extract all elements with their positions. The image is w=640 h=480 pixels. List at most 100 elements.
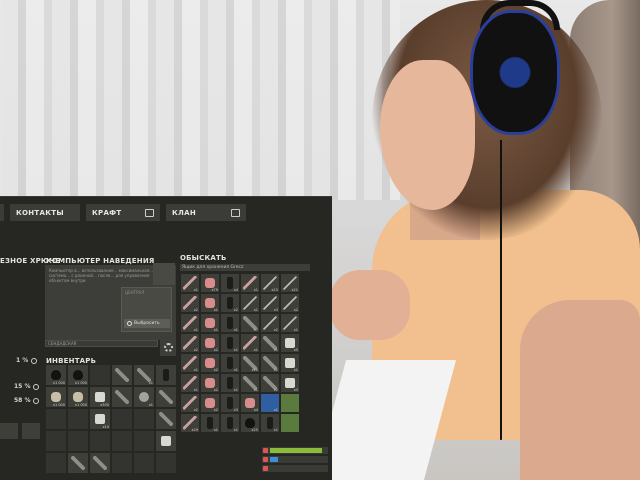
- search-slot[interactable]: x1: [221, 374, 239, 392]
- inventory-slot[interactable]: x10: [90, 409, 110, 429]
- search-slot[interactable]: x1: [221, 414, 239, 432]
- inventory-slot[interactable]: [156, 387, 176, 407]
- inventory-slot[interactable]: [68, 453, 88, 473]
- item-count: x3: [273, 308, 278, 312]
- search-slot[interactable]: x1: [181, 354, 199, 372]
- search-slot[interactable]: x1: [181, 314, 199, 332]
- inventory-slot[interactable]: [156, 431, 176, 451]
- search-slot[interactable]: x1: [181, 274, 199, 292]
- belt-slot[interactable]: [0, 423, 18, 439]
- search-slot[interactable]: x2: [281, 294, 299, 312]
- stat-water-value: 1 %: [16, 357, 29, 364]
- search-slot[interactable]: x2: [181, 294, 199, 312]
- search-subtitle: Ящик для хранения Grecz: [180, 264, 310, 271]
- search-slot[interactable]: x1: [221, 314, 239, 332]
- search-slot[interactable]: x2: [181, 394, 199, 412]
- inventory-slot[interactable]: [112, 453, 132, 473]
- computer-item-slot[interactable]: [153, 263, 175, 285]
- search-slot[interactable]: x3: [221, 394, 239, 412]
- inventory-slot[interactable]: x1 000: [46, 365, 66, 385]
- search-slot[interactable]: x7: [241, 314, 259, 332]
- search-slot[interactable]: x2: [201, 334, 219, 352]
- search-slot[interactable]: x1: [241, 334, 259, 352]
- search-slot[interactable]: x5: [281, 334, 299, 352]
- tab-craft[interactable]: КРАФТ: [86, 204, 160, 221]
- search-slot[interactable]: x79: [201, 274, 219, 292]
- inventory-slot[interactable]: [46, 409, 66, 429]
- search-slot[interactable]: x1: [201, 314, 219, 332]
- inventory-slot[interactable]: x1: [134, 365, 154, 385]
- inventory-slot[interactable]: [90, 453, 110, 473]
- search-slot[interactable]: x1: [221, 334, 239, 352]
- search-slot[interactable]: x1: [261, 394, 279, 412]
- search-slot[interactable]: x2: [261, 354, 279, 372]
- inventory-slot[interactable]: x1 000: [68, 365, 88, 385]
- search-slot[interactable]: x1: [261, 414, 279, 432]
- pack-icon: [205, 358, 215, 368]
- discard-button[interactable]: Выбросить: [124, 319, 170, 328]
- item-count: x2: [273, 388, 278, 392]
- inventory-slot[interactable]: x300: [90, 387, 110, 407]
- search-slot[interactable]: x1: [201, 294, 219, 312]
- item-count: x2: [293, 308, 298, 312]
- inventory-slot[interactable]: [134, 409, 154, 429]
- search-slot[interactable]: x2: [181, 334, 199, 352]
- white-icon: [95, 414, 105, 424]
- inventory-slot[interactable]: [156, 453, 176, 473]
- search-slot[interactable]: x15: [261, 274, 279, 292]
- search-slot[interactable]: x2: [201, 374, 219, 392]
- inventory-slot[interactable]: x1: [134, 387, 154, 407]
- computer-target-box[interactable]: ЦЕНТРАЛ Выбросить: [121, 287, 172, 332]
- belt-slot[interactable]: [22, 423, 40, 439]
- search-slot[interactable]: x1: [281, 314, 299, 332]
- search-slot[interactable]: x1: [241, 374, 259, 392]
- search-slot[interactable]: x2: [201, 394, 219, 412]
- inventory-slot[interactable]: [90, 431, 110, 451]
- search-slot[interactable]: x2: [221, 294, 239, 312]
- search-slot[interactable]: x29: [181, 414, 199, 432]
- inventory-slot[interactable]: [112, 409, 132, 429]
- inventory-slot[interactable]: [112, 365, 132, 385]
- inventory-slot[interactable]: [112, 431, 132, 451]
- search-slot[interactable]: x2: [261, 314, 279, 332]
- inventory-slot[interactable]: [156, 409, 176, 429]
- search-slot[interactable]: x3: [261, 294, 279, 312]
- search-slot[interactable]: x20: [241, 354, 259, 372]
- inventory-slot[interactable]: x1 000: [46, 387, 66, 407]
- inventory-slot[interactable]: [112, 387, 132, 407]
- search-slot[interactable]: [281, 414, 299, 432]
- search-slot[interactable]: x2: [261, 374, 279, 392]
- search-slot[interactable]: x1: [241, 294, 259, 312]
- search-slot[interactable]: x4: [221, 274, 239, 292]
- search-slot[interactable]: x1: [221, 354, 239, 372]
- search-slot[interactable]: x3: [281, 374, 299, 392]
- inventory-slot[interactable]: [156, 365, 176, 385]
- inventory-slot[interactable]: [134, 431, 154, 451]
- item-count: x1: [193, 388, 198, 392]
- tab-clan-label: КЛАН: [172, 208, 197, 217]
- inventory-slot[interactable]: [90, 365, 110, 385]
- inventory-slot[interactable]: [68, 409, 88, 429]
- search-slot[interactable]: x1: [201, 414, 219, 432]
- settings-button[interactable]: [160, 340, 176, 356]
- tool-icon: [93, 456, 107, 470]
- inventory-slot[interactable]: x1 000: [68, 387, 88, 407]
- tab-clan[interactable]: КЛАН: [166, 204, 246, 221]
- search-slot[interactable]: x1: [181, 374, 199, 392]
- tab-partial[interactable]: [0, 204, 4, 221]
- tab-contacts[interactable]: КОНТАКТЫ: [10, 204, 80, 221]
- status-bar: [262, 447, 328, 454]
- inventory-slot[interactable]: [134, 453, 154, 473]
- search-slot[interactable]: [281, 394, 299, 412]
- inventory-slot[interactable]: [46, 453, 66, 473]
- search-slot[interactable]: x1: [281, 354, 299, 372]
- search-slot[interactable]: x4: [241, 394, 259, 412]
- search-slot[interactable]: x1: [241, 274, 259, 292]
- inventory-slot[interactable]: [68, 431, 88, 451]
- search-slot[interactable]: x2: [201, 354, 219, 372]
- search-slot[interactable]: x25: [241, 414, 259, 432]
- search-slot[interactable]: x21: [281, 274, 299, 292]
- inventory-slot[interactable]: [46, 431, 66, 451]
- search-slot[interactable]: x1: [261, 334, 279, 352]
- computer-input[interactable]: СЕНДАДСКАЯ: [45, 340, 158, 347]
